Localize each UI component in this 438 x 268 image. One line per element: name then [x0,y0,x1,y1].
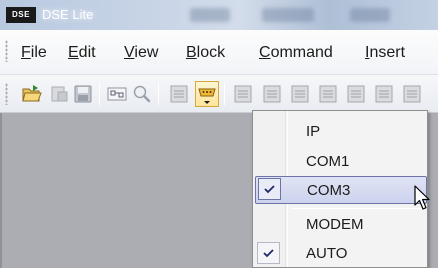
disabled-list-icon [345,83,367,105]
title-bar: DSE DSE Lite [0,0,438,30]
menu-bar-grip[interactable] [5,40,8,62]
disabled-list-icon [261,83,283,105]
serial-port-icon[interactable] [195,81,219,107]
block-wiring-icon[interactable] [106,83,128,105]
menu-item-label: AUTO [306,245,348,262]
menu-item-label: MODEM [306,216,364,233]
window-title: DSE Lite [42,7,94,22]
checkmark-box [257,242,280,264]
title-bar-decor [190,8,230,22]
toolbar-grip[interactable] [5,83,8,105]
zoom-icon[interactable] [131,83,153,105]
open-folder-icon[interactable] [21,83,43,105]
checkmark-icon [263,249,274,258]
title-bar-decor [350,8,390,22]
disabled-list-icon [289,83,311,105]
save-icon[interactable] [72,83,94,105]
menu-view[interactable]: View [124,44,158,62]
toolbar [0,75,438,113]
menu-item-auto[interactable]: AUTO [255,241,427,267]
menu-item-label: COM1 [306,153,350,170]
disabled-page-icon [48,83,70,105]
toolbar-separator [99,83,100,105]
disabled-list-icon [168,83,190,105]
menu-separator [291,208,425,209]
menu-edit[interactable]: Edit [68,44,96,62]
connection-dropdown-menu: IP COM1 COM3 MODEM AUTO [252,110,428,268]
menu-item-modem[interactable]: MODEM [255,212,427,238]
title-bar-decor [262,8,314,22]
workspace-edge [0,113,2,268]
dse-lite-window: DSE DSE Lite File Edit View Block Comman… [0,0,438,268]
menu-command[interactable]: Command [259,44,333,62]
toolbar-separator [158,83,159,105]
menu-item-com3[interactable]: COM3 [255,176,427,204]
menu-block[interactable]: Block [186,44,225,62]
disabled-list-icon [317,83,339,105]
toolbar-separator [224,83,225,105]
disabled-list-icon [232,83,254,105]
menu-file[interactable]: File [21,44,47,62]
disabled-list-icon [373,83,395,105]
checkmark-box [258,178,281,200]
menu-item-ip[interactable]: IP [255,119,427,145]
menu-item-label: IP [306,123,321,140]
mouse-cursor-icon [414,185,430,210]
menu-item-com1[interactable]: COM1 [255,149,427,175]
disabled-list-icon [401,83,423,105]
checkmark-icon [264,185,275,194]
app-logo-icon: DSE [6,7,36,23]
menu-item-label: COM3 [307,182,351,199]
menu-insert[interactable]: Insert [365,44,405,62]
menu-bar: File Edit View Block Command Insert [0,30,438,75]
